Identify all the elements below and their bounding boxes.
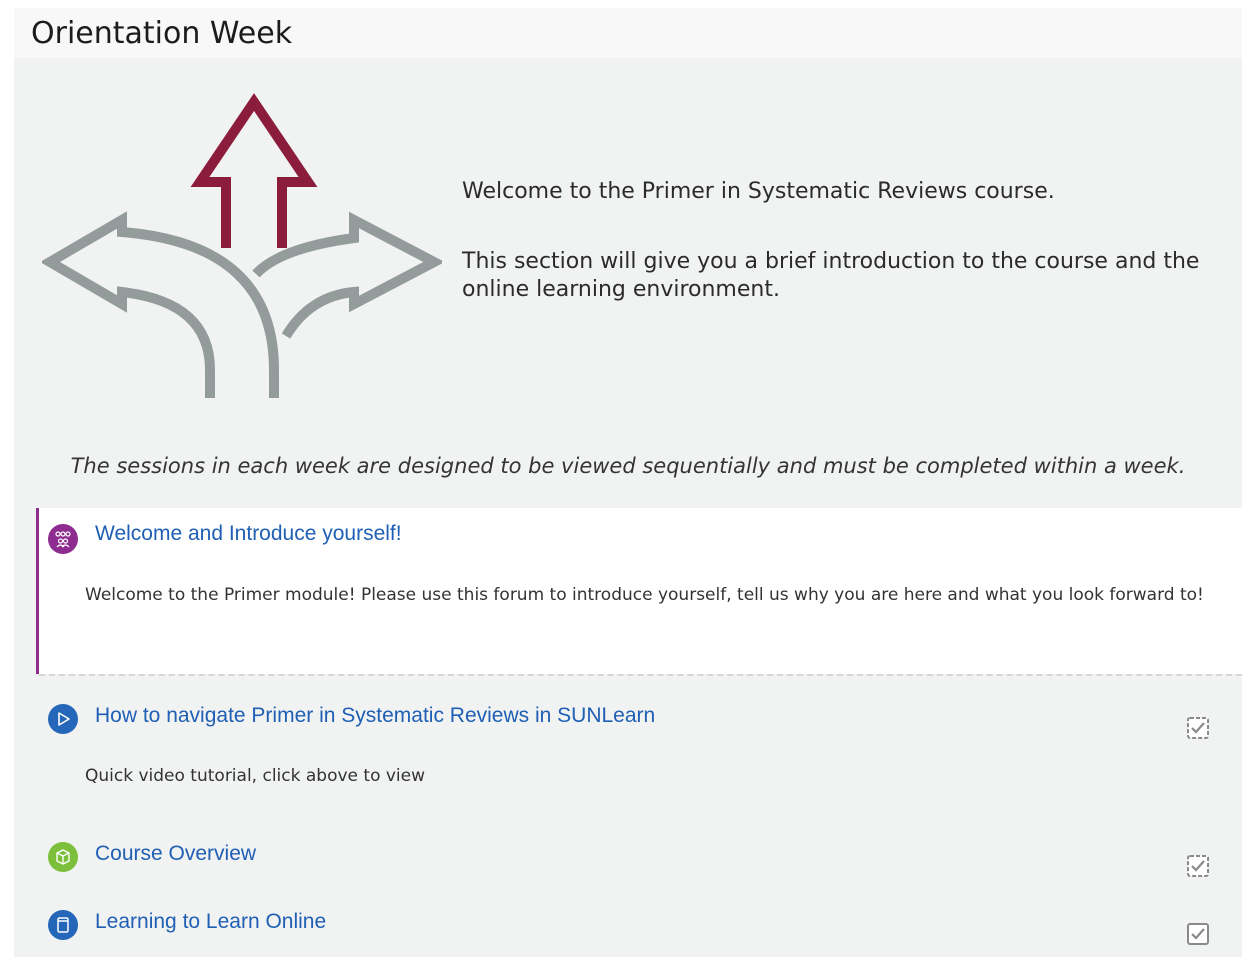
completion-checkbox-icon[interactable] (1186, 854, 1210, 878)
crossroads-arrows-illustration (42, 93, 442, 398)
completion-checkbox-icon[interactable] (1186, 716, 1210, 740)
section-title: Orientation Week (31, 16, 293, 51)
section-header: Orientation Week (14, 8, 1242, 58)
activity-link-welcome[interactable]: Welcome and Introduce yourself! (95, 522, 402, 546)
intro-description-text: This section will give you a brief intro… (462, 249, 1200, 302)
forum-icon (48, 524, 78, 554)
package-icon (48, 842, 78, 872)
activity-description-welcome: Welcome to the Primer module! Please use… (85, 585, 1204, 605)
activity-divider (39, 674, 1242, 676)
play-icon (48, 704, 78, 734)
completion-checkbox-icon[interactable] (1186, 922, 1210, 946)
section-intro: Welcome to the Primer in Systematic Revi… (462, 178, 1232, 304)
activity-link-learning-online[interactable]: Learning to Learn Online (95, 910, 326, 934)
left-arrow-shape (42, 211, 279, 398)
up-arrow-shape (190, 93, 318, 248)
activity-link-course-overview[interactable]: Course Overview (95, 842, 256, 866)
activity-description-navigation-video: Quick video tutorial, click above to vie… (85, 766, 426, 786)
intro-welcome-text: Welcome to the Primer in Systematic Revi… (462, 179, 1055, 204)
activity-link-navigation-video[interactable]: How to navigate Primer in Systematic Rev… (95, 704, 655, 728)
sequential-note: The sessions in each week are designed t… (70, 454, 1186, 478)
orientation-week-section: Orientation Week Welcome to the Primer i… (14, 8, 1242, 957)
book-icon (48, 910, 78, 940)
